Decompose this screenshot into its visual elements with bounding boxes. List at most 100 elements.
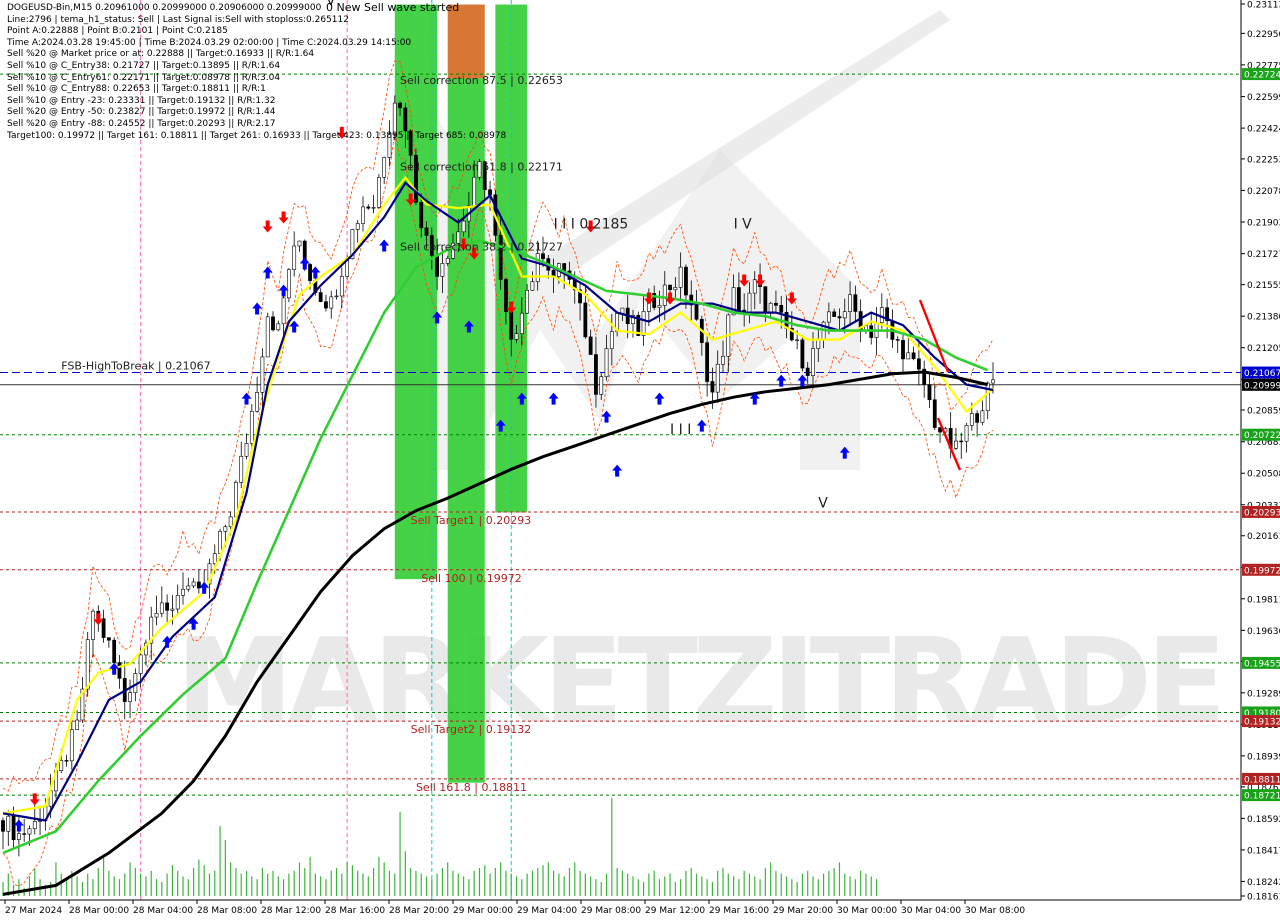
x-tick-label: 28 Mar 12:00 bbox=[261, 906, 321, 916]
candle-body bbox=[684, 266, 688, 296]
y-tick-label: 0.19636 bbox=[1247, 627, 1280, 637]
y-tick-label: 0.19811 bbox=[1247, 595, 1280, 605]
candle-body bbox=[371, 207, 376, 209]
candle-body bbox=[588, 336, 593, 355]
candle-body bbox=[975, 413, 980, 423]
candle-body bbox=[59, 760, 64, 772]
candle-body bbox=[879, 307, 884, 323]
candle-body bbox=[69, 729, 74, 762]
candle-body bbox=[736, 287, 741, 311]
x-tick-label: 29 Mar 16:00 bbox=[709, 906, 769, 916]
candle-body bbox=[128, 692, 132, 702]
candle-body bbox=[329, 296, 334, 309]
price-tag-label: 0.19132 bbox=[1244, 718, 1280, 728]
zone-box bbox=[394, 4, 438, 580]
candle-body bbox=[249, 411, 254, 444]
candle-body bbox=[271, 316, 275, 331]
y-tick-label: 0.18161 bbox=[1247, 893, 1280, 903]
price-tag-label: 0.21067 bbox=[1244, 369, 1280, 379]
wave-label: 0 New Sell wave started bbox=[326, 1, 460, 14]
candle-body bbox=[747, 292, 752, 315]
watermark-text: MARKETZITRADE bbox=[176, 612, 1221, 750]
y-tick-label: 0.22078 bbox=[1247, 187, 1280, 197]
candle-body bbox=[991, 379, 995, 384]
candle-body bbox=[165, 602, 170, 611]
x-tick-label: 29 Mar 00:00 bbox=[453, 906, 513, 916]
candle-body bbox=[811, 348, 815, 376]
y-tick-label: 0.18939 bbox=[1247, 752, 1280, 762]
candle-body bbox=[181, 588, 185, 596]
candle-body bbox=[1, 820, 5, 832]
candle-body bbox=[292, 245, 297, 270]
x-tick-label: 27 Mar 2024 bbox=[5, 906, 62, 916]
x-tick-label: 30 Mar 08:00 bbox=[965, 906, 1025, 916]
candle-body bbox=[763, 286, 768, 313]
candle-body bbox=[985, 382, 990, 412]
candle-body bbox=[382, 157, 387, 178]
candle-body bbox=[461, 220, 466, 233]
candle-body bbox=[175, 595, 180, 610]
candle-body bbox=[297, 240, 302, 247]
x-tick-label: 28 Mar 00:00 bbox=[69, 906, 129, 916]
y-tick-label: 0.22599 bbox=[1247, 93, 1280, 103]
candle-body bbox=[594, 354, 598, 395]
candle-body bbox=[599, 376, 604, 395]
x-tick-label: 28 Mar 16:00 bbox=[325, 906, 385, 916]
candle-body bbox=[609, 331, 614, 349]
y-tick-label: 0.18417 bbox=[1247, 846, 1280, 856]
zone-box bbox=[447, 4, 485, 79]
candle-body bbox=[154, 613, 159, 618]
candle-body bbox=[805, 367, 810, 376]
candle-body bbox=[472, 176, 477, 206]
candle-body bbox=[308, 264, 312, 281]
candle-body bbox=[101, 618, 106, 638]
candle-body bbox=[954, 440, 958, 449]
candle-body bbox=[964, 425, 969, 442]
x-tick-label: 30 Mar 00:00 bbox=[837, 906, 897, 916]
candle-body bbox=[895, 339, 900, 341]
candle-body bbox=[826, 311, 831, 323]
candle-body bbox=[244, 443, 249, 457]
candle-body bbox=[800, 339, 805, 369]
y-tick-label: 0.23113 bbox=[1247, 1, 1280, 11]
candle-body bbox=[620, 307, 625, 314]
candle-body bbox=[969, 413, 974, 426]
candle-body bbox=[387, 133, 392, 158]
candle-body bbox=[170, 608, 175, 611]
candle-body bbox=[27, 828, 32, 835]
y-tick-label: 0.21727 bbox=[1247, 250, 1280, 260]
candle-body bbox=[662, 284, 667, 306]
candle-body bbox=[853, 294, 858, 312]
candle-body bbox=[265, 316, 270, 358]
candle-body bbox=[435, 255, 440, 277]
candle-body bbox=[112, 639, 117, 663]
candle-body bbox=[604, 348, 609, 378]
chart-annotation: Sell correction 87.5 | 0.22653 bbox=[400, 74, 563, 87]
candle-body bbox=[64, 760, 69, 762]
x-tick-label: 29 Mar 12:00 bbox=[645, 906, 705, 916]
candle-body bbox=[530, 281, 535, 291]
candle-body bbox=[218, 531, 222, 554]
chart-annotation: Sell correction 61.8 | 0.22171 bbox=[400, 161, 563, 174]
chart-annotation: Sell Target1 | 0.20293 bbox=[411, 514, 532, 527]
price-tag-label: 0.18811 bbox=[1244, 775, 1280, 785]
candle-body bbox=[710, 381, 715, 393]
candle-body bbox=[673, 287, 678, 291]
candle-body bbox=[916, 358, 921, 370]
candle-body bbox=[91, 610, 95, 640]
candle-body bbox=[260, 356, 265, 393]
price-chart[interactable]: MARKETZITRADE Sell correction 87.5 | 0.2… bbox=[0, 0, 1280, 920]
candle-body bbox=[525, 289, 530, 314]
candle-body bbox=[16, 833, 21, 841]
chart-annotation: I V bbox=[734, 217, 753, 233]
candle-body bbox=[408, 130, 413, 156]
candle-body bbox=[445, 257, 450, 264]
candle-body bbox=[541, 253, 545, 259]
x-tick-label: 30 Mar 04:00 bbox=[901, 906, 961, 916]
candle-body bbox=[186, 585, 191, 590]
chart-annotation: Sell correction 38.2 | 0.21727 bbox=[400, 241, 563, 254]
candle-body bbox=[488, 189, 492, 196]
candle-body bbox=[239, 455, 244, 483]
candle-body bbox=[281, 297, 286, 325]
candle-body bbox=[366, 206, 371, 209]
